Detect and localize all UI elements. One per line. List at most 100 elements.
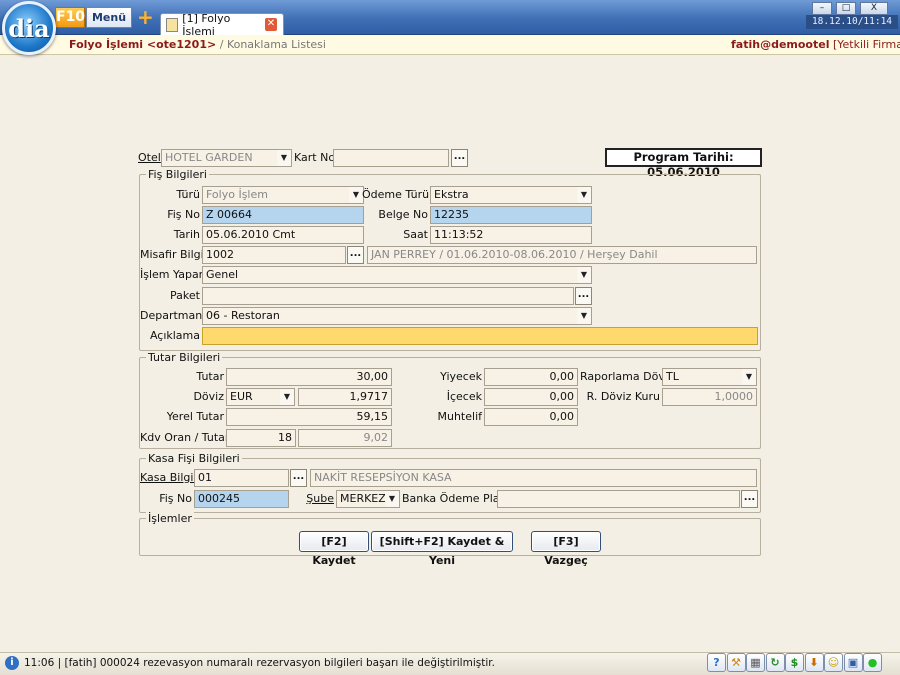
refresh-icon[interactable]: ↻ [765,653,785,672]
icecek-field[interactable]: 0,00 [484,388,578,406]
islem-yapan-dropdown-icon[interactable]: ▼ [577,266,592,284]
sube-field[interactable]: MERKEZ [336,490,386,508]
save-button[interactable]: [F2] Kaydet [299,531,369,567]
breadcrumb-separator: / [219,38,224,51]
banka-odeme-browse-button[interactable]: ... [741,490,758,508]
online-status-icon[interactable]: ● [863,653,882,672]
tutar-label: Tutar [196,370,224,383]
paket-label: Paket [170,289,200,302]
status-message: 11:06 | [fatih] 000024 rezevasyon numara… [24,657,495,669]
banka-odeme-label: Banka Ödeme Planı [402,492,510,505]
kasa-fisi-title: Kasa Fişi Bilgileri [146,452,242,465]
odeme-turu-field[interactable]: Ekstra [430,186,578,204]
odeme-turu-dropdown-icon[interactable]: ▼ [577,186,592,204]
saat-label: Saat [403,228,428,241]
help-icon[interactable]: ? [707,653,726,672]
tools-icon[interactable]: ⚒ [726,653,746,672]
tab-folyo-islemi[interactable]: [1] Folyo İşlemi ✕ [160,11,284,38]
document-icon [166,17,179,32]
misafir-field[interactable]: 1002 [202,246,346,264]
misafir-browse-button[interactable]: ... [347,246,364,264]
save-and-new-button[interactable]: [Shift+F2] Kaydet & Yeni [371,531,513,567]
kdv-label: Kdv Oran / Tutar [140,431,230,444]
islem-yapan-label: İşlem Yapan [140,268,206,281]
doviz-dropdown-icon[interactable]: ▼ [280,388,295,406]
menu-button[interactable]: Menü [86,7,132,28]
sube-dropdown-icon[interactable]: ▼ [385,490,400,508]
kdv-oran-field[interactable]: 18 [226,429,296,447]
fisno-label: Fiş No [167,208,200,221]
fis-bilgileri-title: Fiş Bilgileri [146,168,209,181]
saat-field[interactable]: 11:13:52 [430,226,592,244]
odeme-turu-label: Ödeme Türü [362,188,430,201]
kartno-browse-button[interactable]: ... [451,149,468,167]
close-window-button[interactable]: X [860,2,888,15]
aciklama-field[interactable] [202,327,758,345]
paket-browse-button[interactable]: ... [575,287,592,305]
lock-icon[interactable]: ▣ [843,653,863,672]
doviz-label: Döviz [193,390,224,403]
clock: 18.12.10/11:14 [806,15,898,29]
doviz-field[interactable]: EUR [226,388,281,406]
belgeno-field[interactable]: 12235 [430,206,592,224]
calculator-icon[interactable]: ▦ [746,653,765,672]
raporlama-dovizi-dropdown-icon[interactable]: ▼ [742,368,757,386]
turu-field[interactable]: Folyo İşlem [202,186,350,204]
cancel-button[interactable]: [F3] Vazgeç [531,531,601,567]
kdv-tutar-field: 9,02 [298,429,392,447]
departman-label: Departman [140,309,203,322]
yerel-tutar-label: Yerel Tutar [166,410,224,423]
user-name: fatih@demootel [731,38,830,51]
f10-button[interactable]: F10 [55,7,85,28]
kartno-label: Kart No [294,151,336,164]
yiyecek-label: Yiyecek [440,370,482,383]
fisno-field[interactable]: Z 00664 [202,206,364,224]
paket-field[interactable] [202,287,574,305]
download-icon[interactable]: ⬇ [804,653,824,672]
close-tab-icon[interactable]: ✕ [264,18,277,31]
tutar-bilgileri-title: Tutar Bilgileri [146,351,223,364]
tarih-field[interactable]: 05.06.2010 Cmt [202,226,364,244]
breadcrumb-parent[interactable]: Konaklama Listesi [227,38,326,51]
kasa-description: NAKİT RESEPSİYON KASA [310,469,757,487]
tutar-field[interactable]: 30,00 [226,368,392,386]
otel-dropdown-icon[interactable]: ▼ [277,149,292,167]
kasa-fisno-field[interactable]: 000245 [194,490,289,508]
raporlama-dovizi-label: Raporlama Dövizi [580,370,677,383]
smiley-icon[interactable]: ☺ [824,653,843,672]
aciklama-label: Açıklama [149,329,200,342]
islem-yapan-field[interactable]: Genel [202,266,578,284]
banka-odeme-field[interactable] [497,490,740,508]
departman-field[interactable]: 06 - Restoran [202,307,578,325]
maximize-button[interactable]: □ [836,2,856,15]
currency-icon[interactable]: $ [785,653,804,672]
add-tab-icon[interactable]: + [137,7,154,27]
yerel-tutar-field[interactable]: 59,15 [226,408,392,426]
kasa-bilgisi-label: Kasa Bilgisi [140,471,203,484]
kartno-field[interactable] [333,149,449,167]
doviz-rate-field[interactable]: 1,9717 [298,388,392,406]
firms-link[interactable]: [Yetkili Firmalar] [833,38,900,51]
tab-label: [1] Folyo İşlemi [182,11,231,38]
turu-label: Türü [176,188,200,201]
breadcrumb: Folyo İşlemi <ote1201> / Konaklama Liste… [69,38,326,51]
islemler-title: İşlemler [146,512,194,525]
yiyecek-field[interactable]: 0,00 [484,368,578,386]
misafir-description: JAN PERREY / 01.06.2010-08.06.2010 / Her… [367,246,757,264]
r-doviz-kuru-field: 1,0000 [662,388,757,406]
breadcrumb-current: Folyo İşlemi <ote1201> [69,38,217,51]
r-doviz-kuru-label: R. Döviz Kuru [586,390,660,403]
kasa-fisno-label: Fiş No [159,492,192,505]
dia-logo[interactable]: dia [2,1,56,55]
kasa-bilgisi-field[interactable]: 01 [194,469,289,487]
misafir-label: Misafir Bilgisi [140,248,213,261]
minimize-button[interactable]: – [812,2,832,15]
raporlama-dovizi-field[interactable]: TL [662,368,743,386]
departman-dropdown-icon[interactable]: ▼ [577,307,592,325]
otel-field[interactable]: HOTEL GARDEN [161,149,278,167]
info-icon: i [5,656,19,670]
otel-label: Otel [138,151,161,164]
tarih-label: Tarih [173,228,200,241]
kasa-browse-button[interactable]: ... [290,469,307,487]
muhtelif-field[interactable]: 0,00 [484,408,578,426]
